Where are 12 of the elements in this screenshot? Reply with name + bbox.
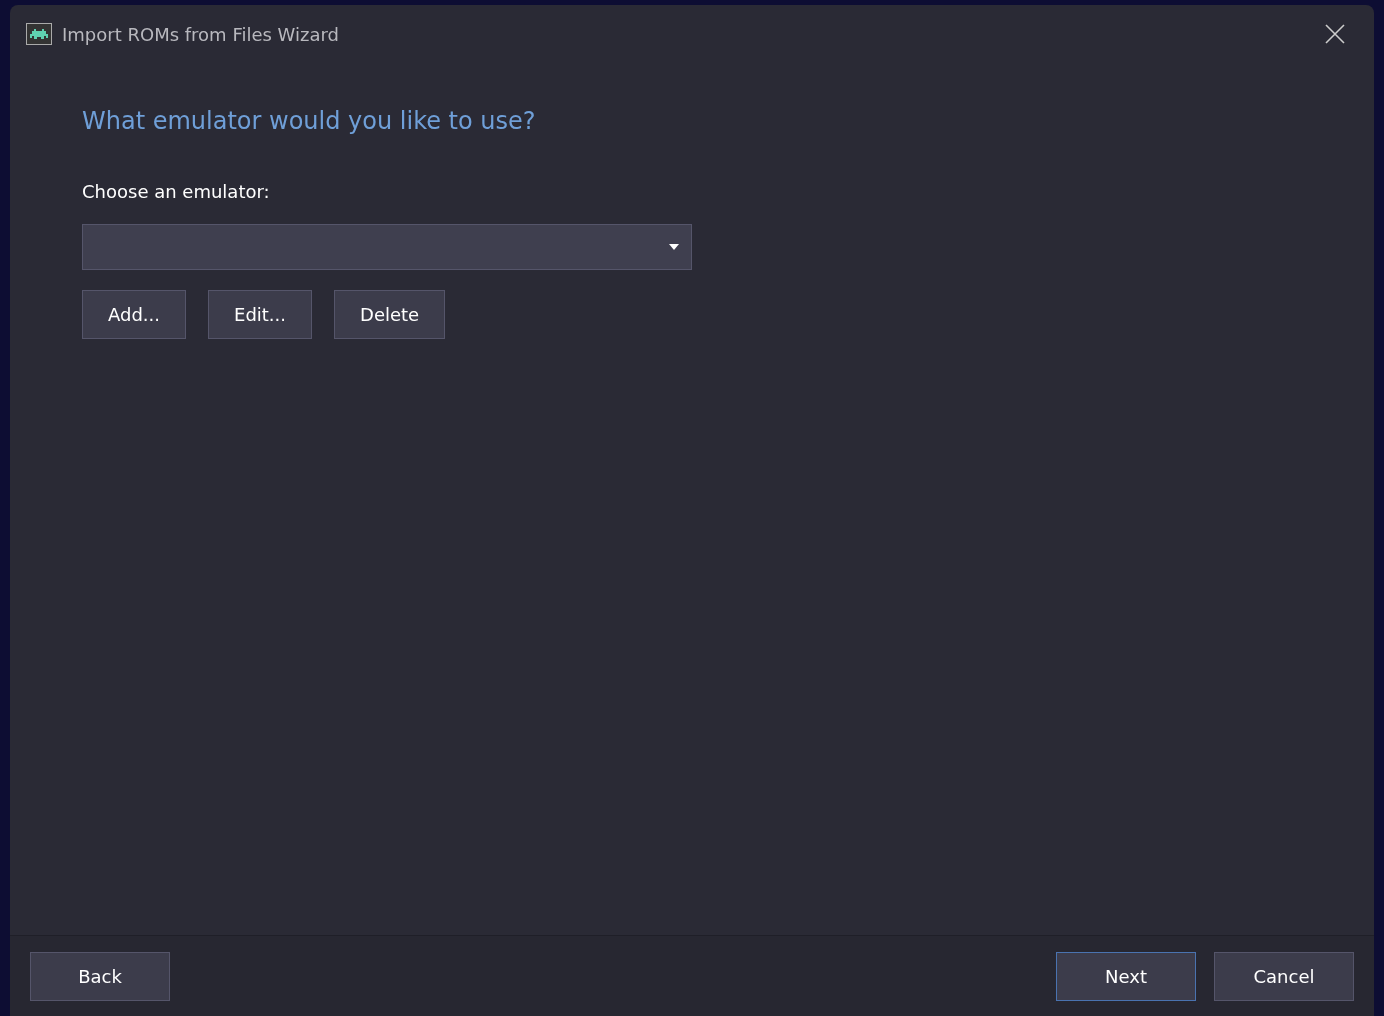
page-heading: What emulator would you like to use? [82, 107, 537, 135]
caret-icon [669, 244, 679, 250]
back-button[interactable]: Back [30, 951, 170, 1001]
field-label: Choose an emulator: [82, 181, 271, 202]
close-icon [1325, 24, 1345, 44]
app-icon [26, 23, 52, 45]
footer-button[interactable]: Next [1056, 951, 1196, 1001]
emulator-action-button[interactable]: Delete [334, 290, 446, 339]
emulator-action-button[interactable]: Add... [82, 290, 186, 339]
emulator-action-button[interactable]: Edit... [208, 290, 313, 339]
footer-button[interactable]: Cancel [1214, 951, 1354, 1001]
window-title: Import ROMs from Files Wizard [62, 23, 340, 45]
